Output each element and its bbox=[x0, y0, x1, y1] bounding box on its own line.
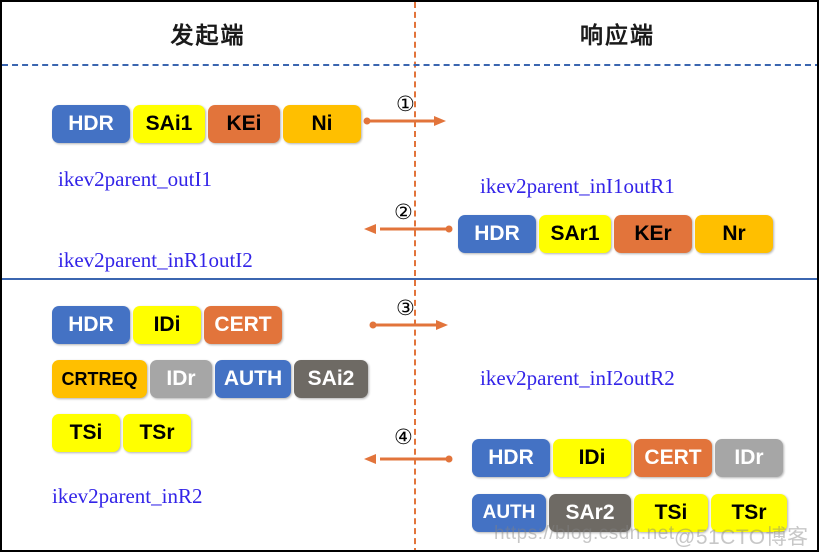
step-number-3: ③ bbox=[396, 296, 415, 320]
step-number-4: ④ bbox=[394, 425, 413, 449]
payload-chip-idi: IDi bbox=[133, 306, 201, 344]
payload-chip-cert: CERT bbox=[204, 306, 282, 344]
payload-chip-sar2: SAr2 bbox=[549, 494, 631, 532]
payload-chip-tsi: TSi bbox=[52, 414, 120, 452]
payload-chip-ni: Ni bbox=[283, 105, 361, 143]
proc-label-out-i1: ikev2parent_outI1 bbox=[58, 167, 212, 191]
proc-label-in-r2: ikev2parent_inR2 bbox=[52, 484, 203, 508]
arrow-message-2 bbox=[364, 222, 453, 242]
message-1-payload-row: HDR SAi1 KEi Ni bbox=[52, 105, 361, 143]
payload-chip-hdr: HDR bbox=[52, 105, 130, 143]
payload-chip-ker: KEr bbox=[614, 215, 692, 253]
step-number-2: ② bbox=[394, 200, 413, 224]
arrow-message-3 bbox=[369, 318, 448, 338]
ikev2-exchange-diagram: 发起端 响应端 HDR SAi1 KEi Ni ① ikev2parent_ou… bbox=[0, 0, 819, 552]
phase-divider-line bbox=[2, 278, 817, 280]
arrow-message-1 bbox=[363, 114, 446, 134]
payload-chip-cert: CERT bbox=[634, 439, 712, 477]
message-3-payload-row-1: HDR IDi CERT bbox=[52, 306, 282, 344]
message-3-payload-row-2: CRTREQ IDr AUTH SAi2 bbox=[52, 360, 368, 398]
header-divider-line bbox=[2, 64, 817, 66]
payload-chip-crtreq: CRTREQ bbox=[52, 360, 147, 398]
payload-chip-hdr: HDR bbox=[458, 215, 536, 253]
payload-chip-hdr: HDR bbox=[472, 439, 550, 477]
payload-chip-tsi: TSi bbox=[634, 494, 708, 532]
payload-chip-nr: Nr bbox=[695, 215, 773, 253]
responder-header: 响应端 bbox=[580, 23, 655, 48]
message-2-payload-row: HDR SAr1 KEr Nr bbox=[458, 215, 773, 253]
payload-chip-tsr: TSr bbox=[711, 494, 787, 532]
message-4-payload-row-1: HDR IDi CERT IDr bbox=[472, 439, 783, 477]
proc-label-in-r1-out-i2: ikev2parent_inR1outI2 bbox=[58, 248, 253, 272]
payload-chip-idi: IDi bbox=[553, 439, 631, 477]
message-3-payload-row-3: TSi TSr bbox=[52, 414, 191, 452]
payload-chip-idr: IDr bbox=[715, 439, 783, 477]
payload-chip-idr: IDr bbox=[150, 360, 212, 398]
payload-chip-hdr: HDR bbox=[52, 306, 130, 344]
payload-chip-sai2: SAi2 bbox=[294, 360, 368, 398]
payload-chip-sai1: SAi1 bbox=[133, 105, 205, 143]
payload-chip-sar1: SAr1 bbox=[539, 215, 611, 253]
proc-label-in-i1-out-r1: ikev2parent_inI1outR1 bbox=[480, 174, 675, 198]
proc-label-in-i2-out-r2: ikev2parent_inI2outR2 bbox=[480, 366, 675, 390]
payload-chip-kei: KEi bbox=[208, 105, 280, 143]
payload-chip-tsr: TSr bbox=[123, 414, 191, 452]
message-4-payload-row-2: AUTH SAr2 TSi TSr bbox=[472, 494, 787, 532]
initiator-header: 发起端 bbox=[170, 23, 246, 48]
step-number-1: ① bbox=[396, 92, 415, 116]
arrow-message-4 bbox=[364, 452, 453, 472]
payload-chip-auth: AUTH bbox=[215, 360, 291, 398]
payload-chip-auth: AUTH bbox=[472, 494, 546, 532]
